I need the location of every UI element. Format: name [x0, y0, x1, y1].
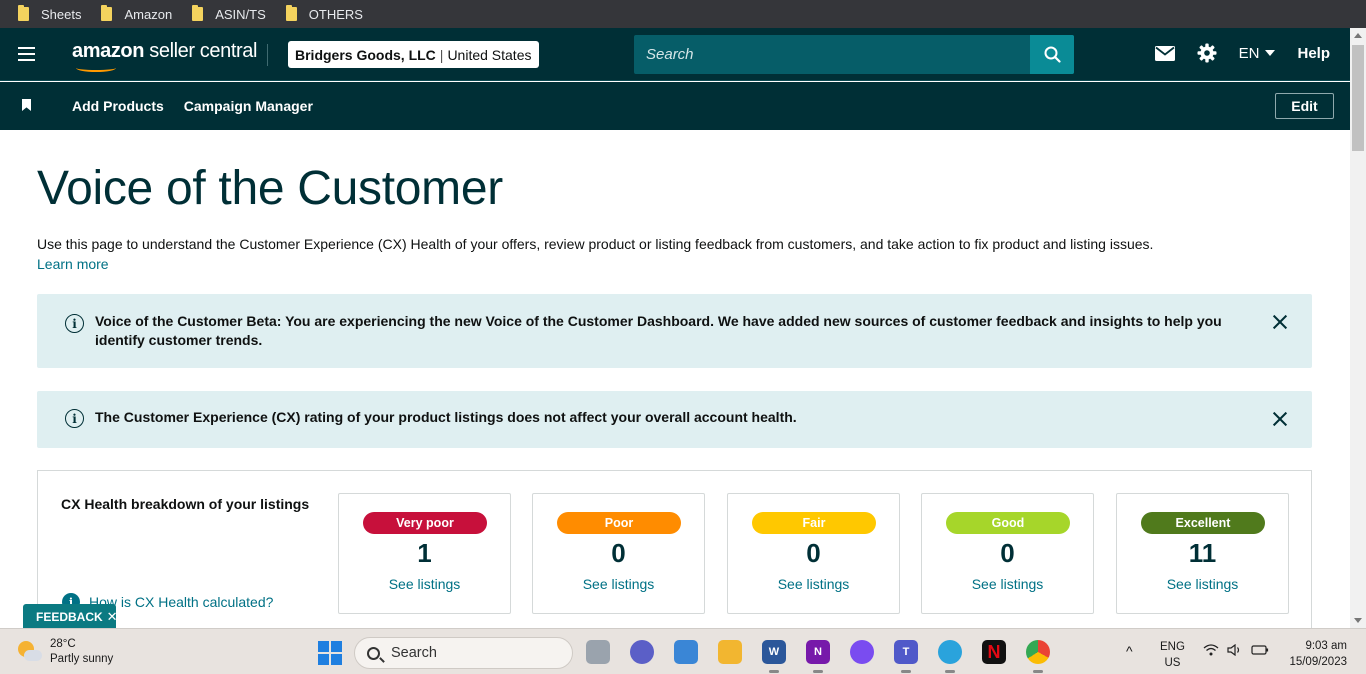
chevron-up-icon[interactable]: ^ [1126, 643, 1133, 659]
bookmark-asin-ts[interactable]: ASIN/TS [192, 5, 266, 22]
close-icon[interactable] [1272, 411, 1288, 427]
file-explorer-icon[interactable] [718, 640, 742, 664]
wifi-icon[interactable] [1203, 644, 1219, 661]
menu-icon[interactable] [18, 47, 35, 61]
caret-down-icon [1265, 50, 1276, 56]
word-icon[interactable]: W [762, 640, 786, 673]
messenger-icon[interactable] [850, 640, 874, 664]
see-listings-link[interactable]: See listings [1117, 576, 1288, 592]
rating-badge: Good [946, 512, 1070, 534]
link-add-products[interactable]: Add Products [72, 98, 164, 114]
listing-count: 0 [1000, 538, 1015, 568]
clock[interactable]: 9:03 am 15/09/2023 [1289, 638, 1347, 670]
cx-tile-excellent: Excellent 11 See listings [1116, 493, 1289, 614]
close-icon[interactable] [1272, 314, 1288, 330]
scroll-thumb[interactable] [1352, 45, 1364, 151]
link-campaign-manager[interactable]: Campaign Manager [184, 98, 313, 114]
bookmark-sheets[interactable]: Sheets [18, 5, 81, 22]
chrome-icon[interactable] [1026, 640, 1050, 673]
alert-message: The Customer Experience (CX) rating of y… [95, 409, 797, 425]
info-icon: i [65, 409, 84, 428]
rating-badge: Very poor [363, 512, 487, 534]
cx-tile-good: Good 0 See listings [921, 493, 1094, 614]
scroll-up-icon[interactable] [1354, 33, 1362, 38]
main-content: Voice of the Customer Use this page to u… [0, 130, 1350, 628]
bookmark-others[interactable]: OTHERS [285, 5, 363, 22]
search-icon [1044, 46, 1061, 63]
cx-tile-poor: Poor 0 See listings [532, 493, 705, 614]
chat-icon[interactable] [630, 640, 654, 664]
teams-icon[interactable]: T [894, 640, 918, 673]
alert-message: Voice of the Customer Beta: You are expe… [95, 313, 1222, 348]
task-view-icon[interactable] [586, 640, 610, 664]
close-icon[interactable]: ✕ [107, 609, 118, 625]
page-intro: Use this page to understand the Customer… [37, 234, 1277, 274]
cx-tile-very-poor: Very poor 1 See listings [338, 493, 511, 614]
cx-rating-alert: i The Customer Experience (CX) rating of… [37, 391, 1312, 448]
rating-badge: Fair [752, 512, 876, 534]
messages-button[interactable] [1154, 45, 1175, 61]
weather-widget[interactable]: 28°C Partly sunny [16, 637, 113, 667]
netflix-icon[interactable]: N [982, 640, 1006, 664]
folder-icon [192, 5, 204, 21]
rating-badge: Excellent [1141, 512, 1265, 534]
see-listings-link[interactable]: See listings [728, 576, 899, 592]
language-indicator[interactable]: ENG US [1160, 639, 1185, 671]
bookmark-icon[interactable] [22, 99, 31, 111]
listing-count: 11 [1188, 538, 1217, 568]
logo-smile [76, 64, 116, 72]
taskbar-search[interactable]: Search [354, 637, 573, 669]
partly-sunny-icon [16, 639, 42, 665]
page-title: Voice of the Customer [37, 162, 503, 215]
search-input[interactable] [634, 35, 1030, 74]
notepad-icon[interactable] [674, 640, 698, 664]
search-button[interactable] [1030, 35, 1074, 74]
start-button[interactable] [318, 641, 342, 665]
top-nav: amazon seller central Bridgers Goods, LL… [0, 28, 1350, 81]
gear-icon [1197, 43, 1217, 63]
learn-more-link[interactable]: Learn more [37, 254, 1277, 274]
feedback-button[interactable]: FEEDBACK ✕ [23, 604, 118, 629]
help-link[interactable]: Help [1297, 45, 1330, 62]
windows-taskbar: 28°C Partly sunny Search W N T N ^ ENG U… [0, 628, 1366, 674]
settings-button[interactable] [1197, 43, 1217, 63]
folder-icon [18, 5, 29, 21]
sub-nav: Add Products Campaign Manager Edit [0, 82, 1350, 130]
page-scrollbar[interactable] [1350, 28, 1366, 628]
edit-button[interactable]: Edit [1275, 93, 1334, 119]
bookmark-amazon[interactable]: Amazon [101, 5, 172, 22]
telegram-icon[interactable] [938, 640, 962, 673]
nav-right: EN Help [1133, 43, 1330, 63]
cx-health-title: CX Health breakdown of your listings [61, 496, 310, 512]
cx-health-card: CX Health breakdown of your listings i H… [37, 470, 1312, 628]
account-switcher[interactable]: Bridgers Goods, LLC | United States [288, 41, 539, 68]
bookmarks-bar: Sheets Amazon ASIN/TS OTHERS [0, 0, 1366, 28]
listing-count: 1 [417, 538, 432, 568]
seller-central-logo[interactable]: amazon seller central [72, 40, 257, 72]
beta-alert: i Voice of the Customer Beta: You are ex… [37, 294, 1312, 368]
listing-count: 0 [806, 538, 821, 568]
rating-badge: Poor [557, 512, 681, 534]
battery-icon[interactable] [1251, 644, 1269, 661]
search-box [634, 35, 1074, 74]
cx-tile-fair: Fair 0 See listings [727, 493, 900, 614]
divider [267, 44, 268, 66]
onenote-icon[interactable]: N [806, 640, 830, 673]
folder-icon [285, 5, 297, 21]
mail-icon [1154, 45, 1175, 61]
info-icon: i [65, 314, 84, 333]
see-listings-link[interactable]: See listings [533, 576, 704, 592]
see-listings-link[interactable]: See listings [922, 576, 1093, 592]
language-selector[interactable]: EN [1239, 45, 1276, 62]
listing-count: 0 [611, 538, 626, 568]
search-icon [367, 646, 380, 660]
volume-icon[interactable] [1227, 643, 1243, 661]
folder-icon [101, 5, 113, 21]
quick-links: Add Products Campaign Manager [72, 98, 313, 114]
see-listings-link[interactable]: See listings [339, 576, 510, 592]
scroll-down-icon[interactable] [1354, 618, 1362, 623]
